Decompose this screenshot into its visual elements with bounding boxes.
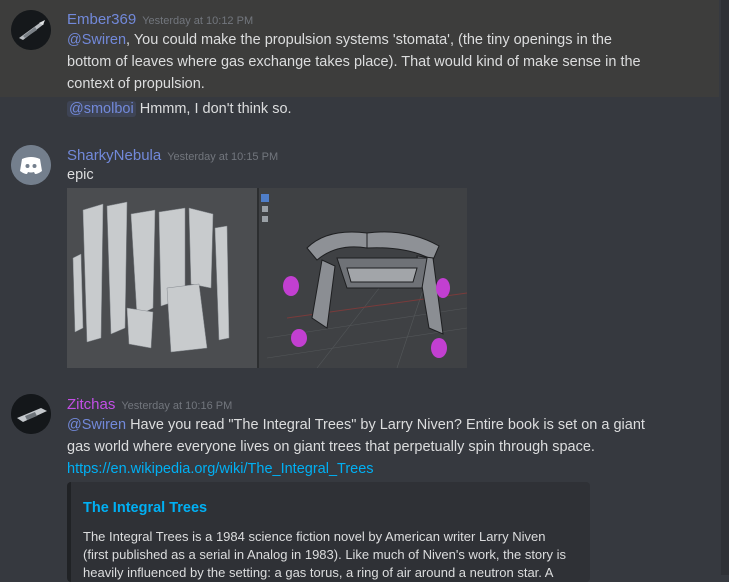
message-text: bottom of leaves where gas exchange take… [67, 54, 641, 70]
message-text-segment: Have you read "The Integral Trees" by La… [126, 417, 645, 433]
user-mention[interactable]: @Swiren [67, 417, 126, 433]
user-mention[interactable]: @Swiren [67, 32, 126, 48]
timestamp: Yesterday at 10:16 PM [121, 400, 233, 412]
username[interactable]: Ember369 [67, 11, 136, 28]
image-attachment[interactable] [67, 188, 467, 368]
user-mention[interactable]: @smolboi [67, 101, 136, 117]
message-text: https://en.wikipedia.org/wiki/The_Integr… [67, 458, 374, 480]
embed-description-line: heavily influenced by the setting: a gas… [83, 565, 554, 580]
message-header: SharkyNebula Yesterday at 10:15 PM [67, 145, 278, 164]
message-header: Ember369 Yesterday at 10:12 PM [67, 9, 253, 28]
link-embed: The Integral Trees The Integral Trees is… [67, 482, 590, 582]
username[interactable]: Zitchas [67, 396, 115, 413]
render-preview-image [67, 188, 467, 368]
avatar[interactable] [11, 10, 51, 50]
avatar[interactable] [11, 145, 51, 185]
message-text: context of propulsion. [67, 76, 205, 92]
timestamp: Yesterday at 10:15 PM [167, 151, 279, 163]
message-text: @Swiren Have you read "The Integral Tree… [67, 414, 645, 436]
embed-description: The Integral Trees is a 1984 science fic… [83, 528, 573, 582]
wikipedia-link[interactable]: https://en.wikipedia.org/wiki/The_Integr… [67, 461, 374, 477]
message-text: @Swiren, You could make the propulsion s… [67, 29, 612, 51]
embed-description-line: (first published as a serial in Analog i… [83, 547, 566, 562]
avatar[interactable] [11, 394, 51, 434]
message-header: Zitchas Yesterday at 10:16 PM [67, 394, 232, 413]
timestamp: Yesterday at 10:12 PM [142, 15, 254, 27]
embed-description-line: The Integral Trees is a 1984 science fic… [83, 529, 546, 544]
spaceship-avatar-icon [11, 394, 51, 434]
discord-logo-icon [11, 145, 51, 185]
message-text: epic [67, 167, 94, 183]
message-text-segment: Hmmm, I don't think so. [135, 101, 292, 117]
message-text: gas world where everyone lives on giant … [67, 439, 595, 455]
message-text-segment: , You could make the propulsion systems … [126, 32, 612, 48]
message-text: @smolboi Hmmm, I don't think so. [67, 98, 292, 120]
spaceship-avatar-icon [11, 10, 51, 50]
scrollbar[interactable] [721, 0, 729, 575]
username[interactable]: SharkyNebula [67, 147, 161, 164]
embed-title[interactable]: The Integral Trees [83, 500, 207, 516]
